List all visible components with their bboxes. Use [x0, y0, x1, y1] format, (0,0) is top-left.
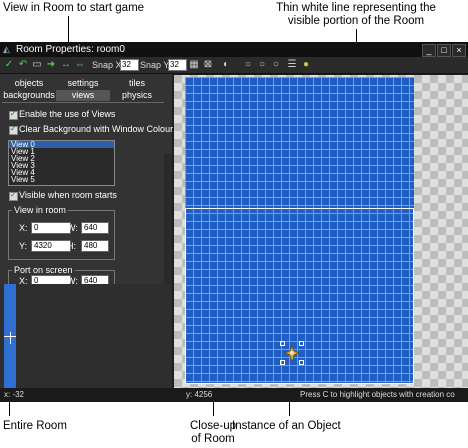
maximize-button[interactable]: □: [437, 44, 451, 57]
tab-settings[interactable]: settings: [56, 78, 110, 89]
iso-grid-icon[interactable]: ⊠: [202, 59, 214, 71]
list-icon[interactable]: ☰: [286, 59, 298, 71]
zoom-fit-icon[interactable]: ○: [270, 59, 282, 71]
spaceship-sprite-icon: [284, 345, 300, 361]
toolbar: ✓ ↶ ▭ ➜ ↔ ⇔ Snap X 32 Snap Y 32 ▦ ⊠ ◐ ○ …: [0, 57, 468, 74]
view-w-label: W:: [67, 223, 78, 233]
room-overview-panel: [0, 284, 172, 388]
status-bar: x: -32 y: 4256 Press C to highlight obje…: [0, 388, 468, 402]
undo-icon[interactable]: ↶: [17, 59, 29, 71]
room-properties-window: ◭ Room Properties: room0 _ □ × ✓ ↶ ▭ ➜ ↔…: [0, 42, 468, 402]
view-x-label: X:: [19, 223, 28, 233]
snap-y-input[interactable]: 32: [168, 59, 187, 71]
open-icon[interactable]: ➜: [45, 59, 57, 71]
port-on-screen-group: Port on screen X: 0 W: 640: [8, 265, 115, 287]
panel-scrollbar[interactable]: [164, 154, 172, 284]
clear-background-label: Clear Background with Window Colour: [19, 124, 174, 134]
enable-views-label: Enable the use of Views: [19, 109, 116, 119]
view-h-input[interactable]: 480: [81, 240, 109, 252]
callout-thin-white-line: Thin white line representing the visible…: [250, 2, 462, 28]
tab-views[interactable]: views: [56, 90, 110, 101]
callout-closeup-line2: of Room: [191, 433, 235, 445]
view-list-item[interactable]: View 5: [9, 176, 114, 184]
callout-entire-room: Entire Room: [3, 420, 67, 432]
tab-tiles[interactable]: tiles: [110, 78, 164, 89]
callout-thin-white-line-line1: Thin white line representing the: [276, 2, 436, 14]
view-y-input[interactable]: 4320: [31, 240, 71, 252]
delete-icon[interactable]: ●: [300, 59, 312, 71]
view-h-label: H:: [67, 241, 76, 251]
properties-panel: objects settings tiles backgrounds views…: [0, 74, 174, 287]
visible-when-starts-label: Visible when room starts: [19, 190, 117, 200]
snap-x-input[interactable]: 32: [120, 59, 139, 71]
zoom-out-icon[interactable]: ◐: [220, 59, 232, 71]
view-x-input[interactable]: 0: [31, 222, 71, 234]
save-icon[interactable]: ⇔: [74, 59, 86, 71]
view-w-input[interactable]: 640: [81, 222, 109, 234]
tab-physics[interactable]: physics: [110, 90, 164, 101]
window-title: Room Properties: room0: [16, 44, 125, 55]
entire-room-minimap[interactable]: [4, 284, 16, 388]
callout-instance: Instance of an Object: [232, 420, 341, 432]
check-icon[interactable]: ✓: [3, 59, 15, 71]
view-in-room-legend: View in room: [12, 205, 68, 215]
view-in-room-group: View in room X: 0 W: 640 Y: 4320 H: 480: [8, 205, 115, 260]
tab-divider: [2, 102, 164, 103]
tab-objects[interactable]: objects: [2, 78, 56, 89]
shift-icon[interactable]: ↔: [60, 59, 72, 71]
object-instance[interactable]: [280, 341, 304, 365]
callout-view-in-room: View in Room to start game: [3, 2, 145, 14]
status-hint: Press C to highlight objects with creati…: [300, 390, 455, 399]
enable-views-checkbox[interactable]: [9, 109, 18, 120]
minimize-button[interactable]: _: [422, 44, 436, 57]
snap-x-label: Snap X: [92, 60, 122, 70]
status-x: x: -32: [4, 390, 25, 399]
app-icon: ◭: [3, 44, 10, 54]
callout-thin-white-line-line2: visible portion of the Room: [287, 15, 425, 27]
tab-row-1: objects settings tiles: [2, 78, 164, 89]
grid-icon[interactable]: ▦: [188, 59, 200, 71]
status-y: y: 4256: [186, 390, 213, 399]
tab-backgrounds[interactable]: backgrounds: [2, 90, 56, 101]
zoom-in-icon[interactable]: ○: [242, 59, 254, 71]
minimap-view-marker-vertical: [10, 332, 11, 344]
new-icon[interactable]: ▭: [31, 59, 43, 71]
tab-row-2: backgrounds views physics: [2, 90, 164, 101]
view-y-label: Y:: [19, 241, 28, 251]
room-canvas[interactable]: [174, 75, 468, 388]
port-on-screen-legend: Port on screen: [12, 265, 75, 275]
visible-when-starts-checkbox[interactable]: [9, 190, 18, 201]
view-list[interactable]: View 0 View 1 View 2 View 3 View 4 View …: [8, 140, 115, 186]
clear-background-checkbox[interactable]: [9, 124, 18, 135]
snap-y-label: Snap Y: [140, 60, 170, 70]
close-button[interactable]: ×: [452, 44, 466, 57]
zoom-reset-icon[interactable]: ○: [256, 59, 268, 71]
title-bar[interactable]: ◭ Room Properties: room0 _ □ ×: [0, 42, 468, 57]
